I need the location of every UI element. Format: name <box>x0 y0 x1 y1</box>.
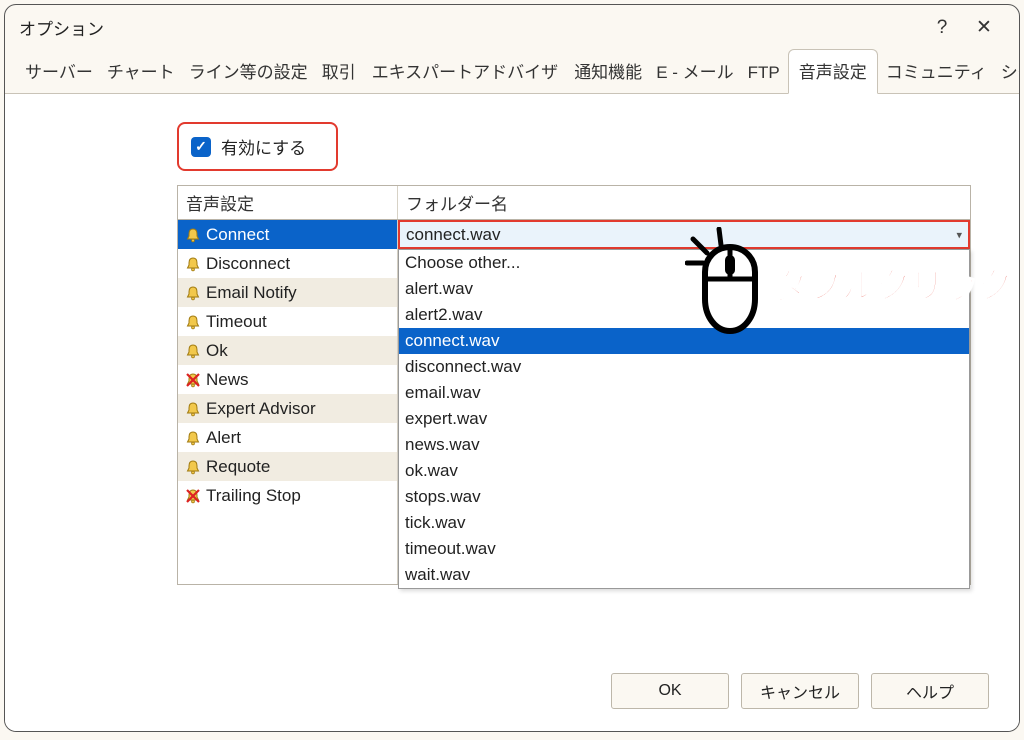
tab-4[interactable]: エキスパートアドバイザ <box>364 50 567 93</box>
event-label: Trailing Stop <box>206 486 301 506</box>
dialog-buttons: OK キャンセル ヘルプ <box>611 673 989 709</box>
event-row[interactable]: Timeout <box>178 307 397 336</box>
bell-muted-icon <box>184 487 202 505</box>
sound-grid: 音声設定 フォルダー名 Connect Disconnect Email Not… <box>177 185 971 585</box>
event-label: Disconnect <box>206 254 290 274</box>
event-label: News <box>206 370 249 390</box>
event-label: Requote <box>206 457 270 477</box>
dropdown-item[interactable]: ok.wav <box>399 458 969 484</box>
ok-button[interactable]: OK <box>611 673 729 709</box>
tab-bar: サーバーチャートライン等の設定取引エキスパートアドバイザ通知機能E - メールF… <box>5 48 1019 94</box>
event-row[interactable]: Connect <box>178 220 397 249</box>
tab-10[interactable]: シグナル <box>995 50 1020 93</box>
tab-8[interactable]: 音声設定 <box>788 49 878 94</box>
grid-body: Connect Disconnect Email Notify Timeout … <box>178 220 970 584</box>
tab-6[interactable]: E - メール <box>650 50 739 93</box>
bell-muted-icon <box>184 371 202 389</box>
event-label: Ok <box>206 341 228 361</box>
event-label: Connect <box>206 225 269 245</box>
bell-icon <box>184 284 202 302</box>
tab-2[interactable]: ライン等の設定 <box>183 50 314 93</box>
dropdown-item[interactable]: email.wav <box>399 380 969 406</box>
tab-0[interactable]: サーバー <box>19 50 99 93</box>
enable-checkbox[interactable]: ✓ <box>191 137 211 157</box>
column-folder[interactable]: フォルダー名 <box>398 186 970 219</box>
bell-icon <box>184 429 202 447</box>
bell-icon <box>184 226 202 244</box>
folder-value-cell[interactable]: connect.wav ▾ <box>398 220 970 249</box>
column-sound[interactable]: 音声設定 <box>178 186 398 219</box>
close-button[interactable]: ✕ <box>963 16 1005 39</box>
tab-5[interactable]: 通知機能 <box>568 50 648 93</box>
tab-1[interactable]: チャート <box>101 50 181 93</box>
enable-highlight: ✓ 有効にする <box>177 122 338 171</box>
bell-icon <box>184 458 202 476</box>
event-row[interactable]: Disconnect <box>178 249 397 278</box>
dropdown-item[interactable]: news.wav <box>399 432 969 458</box>
help-button-bottom[interactable]: ヘルプ <box>871 673 989 709</box>
dropdown-item[interactable]: Choose other... <box>399 250 969 276</box>
bell-icon <box>184 342 202 360</box>
dropdown-item[interactable]: timeout.wav <box>399 536 969 562</box>
dropdown-item[interactable]: disconnect.wav <box>399 354 969 380</box>
dropdown-item[interactable]: stops.wav <box>399 484 969 510</box>
event-label: Alert <box>206 428 241 448</box>
tab-9[interactable]: コミュニティ <box>880 50 993 93</box>
bell-icon <box>184 255 202 273</box>
event-row[interactable]: Requote <box>178 452 397 481</box>
event-row[interactable]: Expert Advisor <box>178 394 397 423</box>
event-row[interactable]: Trailing Stop <box>178 481 397 510</box>
bell-icon <box>184 400 202 418</box>
options-dialog: オプション ? ✕ サーバーチャートライン等の設定取引エキスパートアドバイザ通知… <box>4 4 1020 732</box>
help-button[interactable]: ? <box>921 17 963 39</box>
tab-3[interactable]: 取引 <box>316 50 362 93</box>
folder-value: connect.wav <box>406 225 501 245</box>
dropdown-item[interactable]: alert.wav <box>399 276 969 302</box>
folder-dropdown[interactable]: Choose other...alert.wavalert2.wavconnec… <box>398 249 970 589</box>
enable-label: 有効にする <box>221 134 306 159</box>
event-label: Expert Advisor <box>206 399 316 419</box>
dropdown-item[interactable]: expert.wav <box>399 406 969 432</box>
event-row[interactable]: News <box>178 365 397 394</box>
grid-header: 音声設定 フォルダー名 <box>178 186 970 220</box>
dropdown-item[interactable]: wait.wav <box>399 562 969 588</box>
cancel-button[interactable]: キャンセル <box>741 673 859 709</box>
chevron-down-icon: ▾ <box>956 228 962 241</box>
event-row[interactable]: Email Notify <box>178 278 397 307</box>
bell-icon <box>184 313 202 331</box>
event-label: Timeout <box>206 312 267 332</box>
dropdown-item[interactable]: connect.wav <box>399 328 969 354</box>
dropdown-item[interactable]: tick.wav <box>399 510 969 536</box>
event-label: Email Notify <box>206 283 297 303</box>
event-row[interactable]: Ok <box>178 336 397 365</box>
tab-panel-sound: ✓ 有効にする 音声設定 フォルダー名 Connect Disconnect E… <box>5 94 1019 731</box>
tab-7[interactable]: FTP <box>742 55 786 93</box>
titlebar: オプション ? ✕ <box>5 5 1019 48</box>
dropdown-item[interactable]: alert2.wav <box>399 302 969 328</box>
dialog-title: オプション <box>19 15 104 40</box>
event-row[interactable]: Alert <box>178 423 397 452</box>
events-column: Connect Disconnect Email Notify Timeout … <box>178 220 398 584</box>
